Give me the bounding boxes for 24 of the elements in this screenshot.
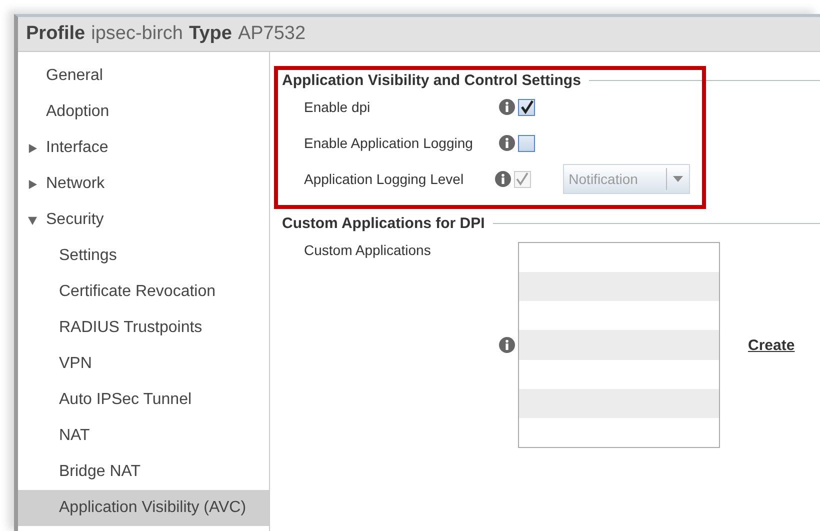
profile-label: Profile (26, 23, 86, 45)
sidebar-item[interactable]: Application Visibility (AVC) (18, 490, 269, 526)
type-value: AP7532 (238, 23, 306, 45)
profile-value: ipsec-birch (91, 23, 183, 45)
sidebar-item[interactable]: VPN (18, 346, 269, 382)
create-link[interactable]: Create (748, 336, 795, 354)
section-title: Application Visibility and Control Settings (282, 72, 581, 89)
sidebar-item[interactable]: Certificate Revocation (18, 274, 269, 310)
sidebar-item[interactable]: Network (18, 166, 269, 202)
sidebar-item[interactable]: Interface (18, 130, 269, 166)
sidebar-item[interactable]: RADIUS Trustpoints (18, 310, 269, 346)
field-label: Enable Application Logging (304, 135, 474, 151)
sidebar-item[interactable]: NAT (18, 418, 269, 454)
field-label: Enable dpi (304, 99, 372, 115)
field-label: Application Logging Level (304, 171, 465, 187)
field-label: Custom Applications (304, 242, 432, 260)
section-title: Custom Applications for DPI (282, 215, 485, 232)
sidebar-item[interactable]: Auto IPSec Tunnel (18, 382, 269, 418)
sidebar-item[interactable]: Security (18, 202, 269, 238)
sidebar-item[interactable]: Adoption (18, 94, 269, 130)
sidebar-item[interactable]: Settings (18, 238, 269, 274)
sidebar-item[interactable]: General (18, 58, 269, 94)
sidebar-item[interactable]: Bridge NAT (18, 454, 269, 490)
type-label: Type (189, 23, 232, 45)
